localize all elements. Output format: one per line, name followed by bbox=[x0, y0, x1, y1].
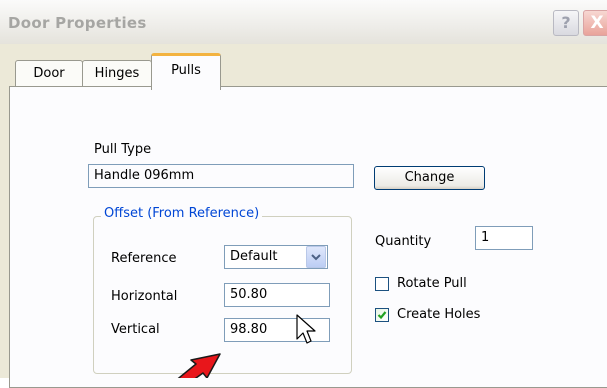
create-holes-label: Create Holes bbox=[397, 307, 481, 322]
tab-hinges[interactable]: Hinges bbox=[82, 60, 152, 87]
horizontal-label: Horizontal bbox=[111, 289, 178, 304]
reference-label: Reference bbox=[111, 251, 177, 266]
pull-type-field: Handle 096mm bbox=[88, 164, 354, 188]
help-button[interactable]: ? bbox=[553, 10, 579, 36]
reference-dropdown-button[interactable] bbox=[306, 246, 326, 268]
rotate-pull-checkbox[interactable] bbox=[375, 277, 389, 291]
pull-type-label: Pull Type bbox=[94, 142, 152, 157]
window-title: Door Properties bbox=[8, 14, 147, 32]
tab-pulls[interactable]: Pulls bbox=[151, 53, 221, 90]
close-icon: X bbox=[590, 13, 604, 33]
mouse-pointer-icon bbox=[296, 314, 316, 344]
tab-door[interactable]: Door bbox=[15, 60, 83, 87]
dropdown-arrow-icon bbox=[311, 253, 321, 260]
create-holes-checkbox[interactable] bbox=[375, 308, 389, 322]
help-icon: ? bbox=[561, 13, 571, 32]
tab-pulls-label: Pulls bbox=[171, 63, 201, 78]
quantity-input[interactable]: 1 bbox=[475, 226, 533, 250]
vertical-value: 98.80 bbox=[230, 322, 268, 337]
change-button-label: Change bbox=[404, 170, 455, 185]
annotation-arrow-icon bbox=[177, 353, 221, 378]
quantity-label: Quantity bbox=[375, 234, 432, 249]
change-button[interactable]: Change bbox=[374, 166, 485, 190]
reference-value: Default bbox=[230, 249, 278, 264]
title-bar[interactable]: Door Properties ? X bbox=[0, 0, 607, 44]
horizontal-input[interactable]: 50.80 bbox=[224, 283, 330, 307]
tab-hinges-label: Hinges bbox=[94, 66, 140, 81]
horizontal-value: 50.80 bbox=[230, 287, 268, 302]
close-button[interactable]: X bbox=[583, 10, 607, 36]
offset-group-title: Offset (From Reference) bbox=[101, 206, 263, 221]
quantity-value: 1 bbox=[481, 230, 490, 245]
tab-door-label: Door bbox=[33, 66, 65, 81]
vertical-label: Vertical bbox=[111, 322, 160, 337]
rotate-pull-label: Rotate Pull bbox=[397, 276, 467, 291]
checkmark-icon bbox=[377, 311, 387, 320]
pull-type-value: Handle 096mm bbox=[94, 168, 195, 183]
